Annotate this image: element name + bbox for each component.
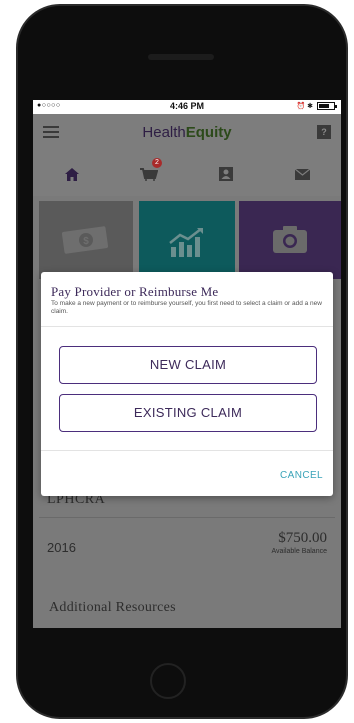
account-icon <box>218 167 233 181</box>
logo-text-equity: Equity <box>185 124 232 141</box>
dialog-divider-top <box>41 326 333 327</box>
dialog-divider-bottom <box>41 450 333 451</box>
cancel-button[interactable]: CANCEL <box>280 470 323 481</box>
dialog-subtitle: To make a new payment or to reimburse yo… <box>51 300 322 315</box>
healthequity-logo: HealthEquity <box>33 124 341 141</box>
battery-icon <box>317 102 337 110</box>
nav-account[interactable] <box>187 152 264 196</box>
tile-camera[interactable] <box>239 201 341 279</box>
cart-icon <box>139 167 158 181</box>
additional-resources-label: Additional Resources <box>49 600 176 615</box>
status-time: 4:46 PM <box>169 101 204 111</box>
nav-cart[interactable]: 2 <box>110 152 187 196</box>
app-screen: ●○○○○ 4:46 PM ⏰ ✱ HealthEquity ? 2 $ LPH… <box>33 100 341 628</box>
account-card-balance[interactable]: 2016 $750.00 Available Balance <box>39 522 335 570</box>
camera-icon <box>273 226 307 253</box>
phone-speaker <box>148 54 214 60</box>
home-icon <box>64 167 79 181</box>
additional-resources-card[interactable]: Additional Resources <box>39 582 335 628</box>
home-button[interactable] <box>150 663 186 699</box>
nav-mail[interactable] <box>264 152 341 196</box>
nav-bar: 2 <box>33 152 341 196</box>
available-balance-amount: $750.00 <box>278 530 327 546</box>
svg-text:$: $ <box>83 236 89 247</box>
status-right-icons: ⏰ ✱ <box>296 102 337 110</box>
pay-provider-dialog: Pay Provider or Reimburse Me To make a n… <box>41 272 333 496</box>
nav-home[interactable] <box>33 152 110 196</box>
existing-claim-button[interactable]: EXISTING CLAIM <box>59 394 317 432</box>
plan-year: 2016 <box>47 540 76 555</box>
app-header: HealthEquity ? <box>33 114 341 152</box>
dialog-title: Pay Provider or Reimburse Me <box>51 284 219 299</box>
mail-icon <box>295 168 310 180</box>
status-bar: ●○○○○ 4:46 PM ⏰ ✱ <box>33 100 341 114</box>
help-icon[interactable]: ? <box>317 125 331 139</box>
cart-badge: 2 <box>152 158 162 168</box>
growth-chart-icon <box>169 228 203 257</box>
money-icon: $ <box>61 226 109 254</box>
available-balance-caption: Available Balance <box>271 548 327 555</box>
logo-text-health: Health <box>142 124 186 141</box>
tile-investments[interactable] <box>139 201 235 279</box>
alarm-bluetooth-icons: ⏰ ✱ <box>296 103 313 110</box>
tile-pay-dollar[interactable]: $ <box>39 201 133 279</box>
new-claim-button[interactable]: NEW CLAIM <box>59 346 317 384</box>
